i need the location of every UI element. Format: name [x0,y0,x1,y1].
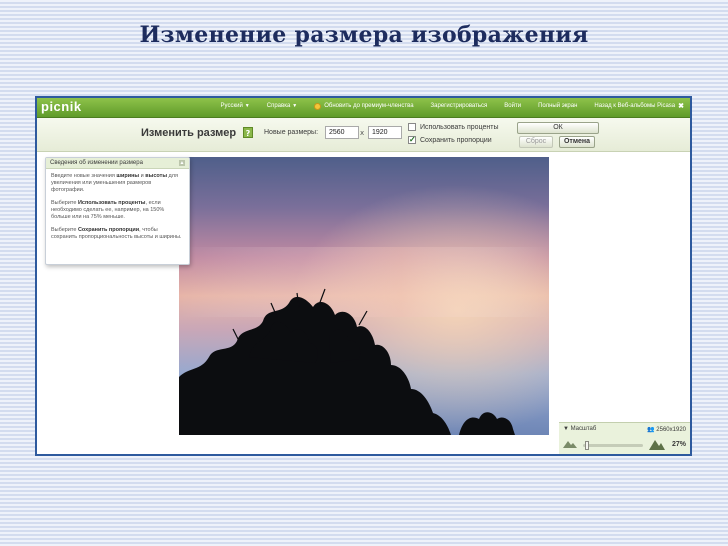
zoom-panel: ▼ Масштаб 👥 2560x1920 27% [559,422,690,454]
info-text: Введите новые значения [51,173,117,179]
zoom-slider[interactable] [583,441,643,450]
collapse-icon[interactable]: ▲ [179,160,185,166]
tool-title: Изменить размер [141,127,237,139]
slide-title: Изменение размера изображения [139,22,589,48]
zoom-out-icon[interactable] [563,439,577,448]
use-percent-option[interactable]: Использовать проценты [408,123,499,131]
top-nav: Русский ▼ Справка ▼ Обновить до премиум-чл… [204,102,684,110]
keep-ratio-checkbox[interactable]: ✓ [408,136,416,144]
zoom-percent: 27% [671,441,686,448]
checkmark-icon: ✓ [409,135,416,144]
editor-workspace: Сведения об изменении размера ▲ Введите … [37,152,690,454]
nav-upgrade-label: Обновить до премиум-членства [324,103,414,109]
nav-back-to-picasa[interactable]: Назад к Веб-альбомы Picasa ✖ [594,102,684,110]
reset-button[interactable]: Сброс [519,136,553,148]
resize-toolbar: Изменить размер ? Новые размеры: 2560 x … [37,118,690,152]
width-input[interactable]: 2560 [325,126,359,139]
nav-help[interactable]: Справка ▼ [267,103,298,109]
picnik-logo[interactable]: picnik [41,99,82,114]
use-percent-label: Использовать проценты [420,123,499,131]
tree-silhouette [179,157,549,435]
info-bold: высоты [145,173,168,179]
zoom-resolution: 👥 2560x1920 [647,426,686,433]
chevron-down-icon: ▼ [292,103,298,109]
person-icon: 👥 [647,427,657,433]
info-bold: Использовать проценты [77,200,146,206]
chevron-down-icon: ▼ [244,103,250,109]
use-percent-checkbox[interactable] [408,123,416,131]
chevron-down-icon: ▼ [563,426,571,432]
zoom-in-icon[interactable] [649,439,665,450]
zoom-label-text: Масштаб [570,426,597,432]
info-bold: ширины [116,173,140,179]
info-paragraph-3: Выберите Сохранить пропорции, чтобы сохр… [51,227,184,241]
nav-language-label: Русский [220,103,243,109]
new-size-label: Новые размеры: [264,129,319,136]
nav-signin[interactable]: Войти [504,103,521,109]
info-text: Выберите [51,200,78,206]
nav-fullscreen-label: Полный экран [538,103,578,109]
nav-help-label: Справка [266,103,291,109]
coin-icon [314,102,322,110]
close-icon[interactable]: ✖ [678,102,684,110]
size-separator: x [360,129,365,137]
keep-ratio-label: Сохранить пропорции [420,136,492,144]
nav-register-label: Зарегистрироваться [430,103,488,109]
keep-ratio-option[interactable]: ✓ Сохранить пропорции [408,136,492,144]
info-panel-body: Введите новые значения ширины и высоты д… [46,169,189,251]
ok-button[interactable]: ОК [517,122,599,134]
nav-signin-label: Войти [504,103,522,109]
photo-canvas[interactable] [179,157,549,435]
info-text: Выберите [51,227,78,233]
info-bold: Сохранить пропорции [77,227,140,233]
help-icon[interactable]: ? [243,127,253,138]
nav-back-label: Назад к Веб-альбомы Picasa [594,103,676,109]
nav-upgrade[interactable]: Обновить до премиум-членства [314,102,414,110]
zoom-slider-handle[interactable] [585,441,589,450]
nav-language[interactable]: Русский ▼ [221,103,250,109]
info-panel-title: Сведения об изменении размера [50,160,143,166]
top-nav-bar: picnik Русский ▼ Справка ▼ Обновить до пре… [37,98,690,118]
zoom-resolution-text: 2560x1920 [656,427,686,433]
app-window: picnik Русский ▼ Справка ▼ Обновить до пре… [35,96,692,456]
resize-info-panel: Сведения об изменении размера ▲ Введите … [45,157,190,265]
info-paragraph-2: Выберите Использовать проценты, если нео… [51,200,184,221]
info-paragraph-1: Введите новые значения ширины и высоты д… [51,173,184,194]
zoom-label[interactable]: ▼ Масштаб [563,426,596,432]
nav-fullscreen[interactable]: Полный экран [538,103,577,109]
cancel-button[interactable]: Отмена [559,136,595,148]
nav-register[interactable]: Зарегистрироваться [431,103,488,109]
height-input[interactable]: 1920 [368,126,402,139]
info-panel-header[interactable]: Сведения об изменении размера ▲ [46,158,189,169]
